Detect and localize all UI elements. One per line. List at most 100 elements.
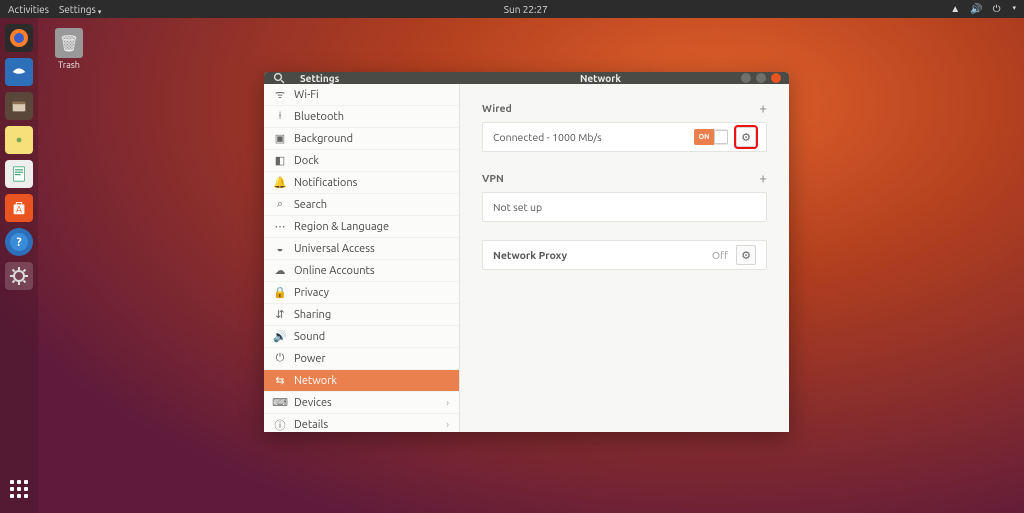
sidebar-item-bluetooth[interactable]: ⟊ Bluetooth	[264, 106, 459, 128]
wired-toggle[interactable]: ON	[694, 129, 728, 145]
sidebar-item-background[interactable]: ▣ Background	[264, 128, 459, 150]
clock[interactable]: Sun 22:27	[101, 4, 950, 15]
desktop-trash[interactable]: 🗑 Trash	[55, 28, 83, 70]
launcher-writer[interactable]	[5, 160, 33, 188]
wired-status: Connected - 1000 Mb/s	[493, 131, 602, 143]
sidebar-item-power[interactable]: ⏻ Power	[264, 348, 459, 370]
show-applications-button[interactable]	[5, 475, 33, 503]
sidebar-item-label: Background	[294, 133, 353, 145]
activities-button[interactable]: Activities	[8, 4, 49, 15]
chevron-right-icon: ›	[446, 419, 449, 430]
topbar-settings-menu[interactable]: Settings▾	[59, 4, 101, 15]
cloud-icon: ☁	[274, 264, 286, 277]
sidebar-item-region-language[interactable]: ⋯ Region & Language	[264, 216, 459, 238]
launcher-software[interactable]: A	[5, 194, 33, 222]
trash-icon: 🗑	[55, 28, 83, 58]
window-titlebar[interactable]: Settings Network	[264, 72, 789, 84]
svg-text:?: ?	[16, 236, 21, 249]
sidebar-item-sharing[interactable]: ⇵ Sharing	[264, 304, 459, 326]
titlebar-title-center: Network	[460, 73, 741, 84]
lang-icon: ⋯	[274, 220, 286, 233]
bt-icon: ⟊	[274, 110, 286, 123]
sidebar-item-search[interactable]: ⌕ Search	[264, 194, 459, 216]
sidebar-item-label: Search	[294, 199, 327, 211]
lock-icon: 🔒	[274, 286, 286, 299]
power-indicator-icon[interactable]: ⏻	[993, 3, 1001, 15]
bg-icon: ▣	[274, 132, 286, 145]
wired-title: Wired	[482, 102, 512, 114]
launcher-rhythmbox[interactable]	[5, 126, 33, 154]
launcher-settings[interactable]	[5, 262, 33, 290]
titlebar-search-button[interactable]	[264, 72, 294, 84]
proxy-title: Network Proxy	[493, 249, 567, 261]
window-close-button[interactable]	[771, 73, 781, 83]
power-icon: ⏻	[274, 352, 286, 365]
settings-content: Wired + Connected - 1000 Mb/s ON ⚙ VPN +…	[460, 84, 789, 432]
wired-add-button[interactable]: +	[759, 100, 767, 116]
sidebar-item-label: Details	[294, 419, 328, 431]
net-icon: ⇆	[274, 374, 286, 387]
system-menu-chevron-icon[interactable]: ▾	[1012, 4, 1016, 16]
volume-indicator-icon[interactable]: 🔊	[970, 3, 982, 15]
sidebar-item-label: Region & Language	[294, 221, 389, 233]
settings-window: Settings Network ᯤ Wi-Fi ⟊ Bluetooth ▣ Backgr…	[264, 72, 789, 432]
dock-icon: ◧	[274, 154, 286, 167]
gear-icon: ⚙	[741, 249, 751, 262]
ua-icon: ◒	[274, 243, 286, 255]
launcher: A ?	[0, 18, 38, 513]
gear-icon: ⚙	[741, 131, 751, 144]
window-minimize-button[interactable]	[741, 73, 751, 83]
svg-text:A: A	[16, 205, 22, 215]
desktop-trash-label: Trash	[55, 60, 83, 70]
sidebar-item-notifications[interactable]: 🔔 Notifications	[264, 172, 459, 194]
search-icon: ⌕	[274, 198, 286, 211]
sidebar-item-label: Wi-Fi	[294, 89, 319, 101]
launcher-files[interactable]	[5, 92, 33, 120]
launcher-help[interactable]: ?	[5, 228, 33, 256]
sidebar-item-label: Sound	[294, 331, 325, 343]
window-maximize-button[interactable]	[756, 73, 766, 83]
sidebar-item-label: Notifications	[294, 177, 357, 189]
titlebar-title-left: Settings	[294, 73, 460, 84]
vpn-add-button[interactable]: +	[759, 170, 767, 186]
topbar: Activities Settings▾ Sun 22:27 ▲ 🔊 ⏻ ▾	[0, 0, 1024, 18]
det-icon: ⓘ	[274, 417, 286, 433]
sidebar-item-details[interactable]: ⓘ Details ›	[264, 414, 459, 432]
sidebar-item-sound[interactable]: 🔊 Sound	[264, 326, 459, 348]
network-indicator-icon[interactable]: ▲	[950, 3, 960, 15]
sidebar-item-wi-fi[interactable]: ᯤ Wi-Fi	[264, 84, 459, 106]
dev-icon: ⌨	[274, 396, 286, 409]
sidebar-item-dock[interactable]: ◧ Dock	[264, 150, 459, 172]
sidebar-item-label: Sharing	[294, 309, 331, 321]
sidebar-item-universal-access[interactable]: ◒ Universal Access	[264, 238, 459, 260]
sidebar-item-privacy[interactable]: 🔒Privacy	[264, 282, 459, 304]
vpn-section-header: VPN +	[482, 170, 767, 186]
wired-section-header: Wired +	[482, 100, 767, 116]
sidebar-item-devices[interactable]: ⌨ Devices ›	[264, 392, 459, 414]
toggle-knob	[714, 130, 728, 144]
vpn-status: Not set up	[493, 201, 542, 213]
wifi-icon: ᯤ	[274, 87, 286, 102]
sidebar-item-label: Universal Access	[294, 243, 375, 255]
sidebar-item-label: Power	[294, 353, 326, 365]
wired-settings-button[interactable]: ⚙	[736, 127, 756, 147]
launcher-firefox[interactable]	[5, 24, 33, 52]
proxy-settings-button[interactable]: ⚙	[736, 245, 756, 265]
sidebar-item-label: Bluetooth	[294, 111, 344, 123]
settings-sidebar: ᯤ Wi-Fi ⟊ Bluetooth ▣ Background ◧ Dock 🔔 Notific…	[264, 84, 460, 432]
chevron-right-icon: ›	[446, 397, 449, 408]
sidebar-item-online-accounts[interactable]: ☁ Online Accounts	[264, 260, 459, 282]
wired-toggle-label: ON	[694, 129, 714, 145]
sidebar-item-label: Devices	[294, 397, 332, 409]
bell-icon: 🔔	[274, 176, 286, 189]
sidebar-item-network[interactable]: ⇆ Network	[264, 370, 459, 392]
launcher-thunderbird[interactable]	[5, 58, 33, 86]
share-icon: ⇵	[274, 308, 286, 321]
sidebar-item-label: Network	[294, 375, 337, 387]
sidebar-item-label: Dock	[294, 155, 319, 167]
sound-icon: 🔊	[274, 330, 286, 343]
vpn-row: Not set up	[482, 192, 767, 222]
proxy-value: Off	[712, 249, 728, 261]
sidebar-item-label: Online Accounts	[294, 265, 375, 277]
vpn-title: VPN	[482, 172, 504, 184]
